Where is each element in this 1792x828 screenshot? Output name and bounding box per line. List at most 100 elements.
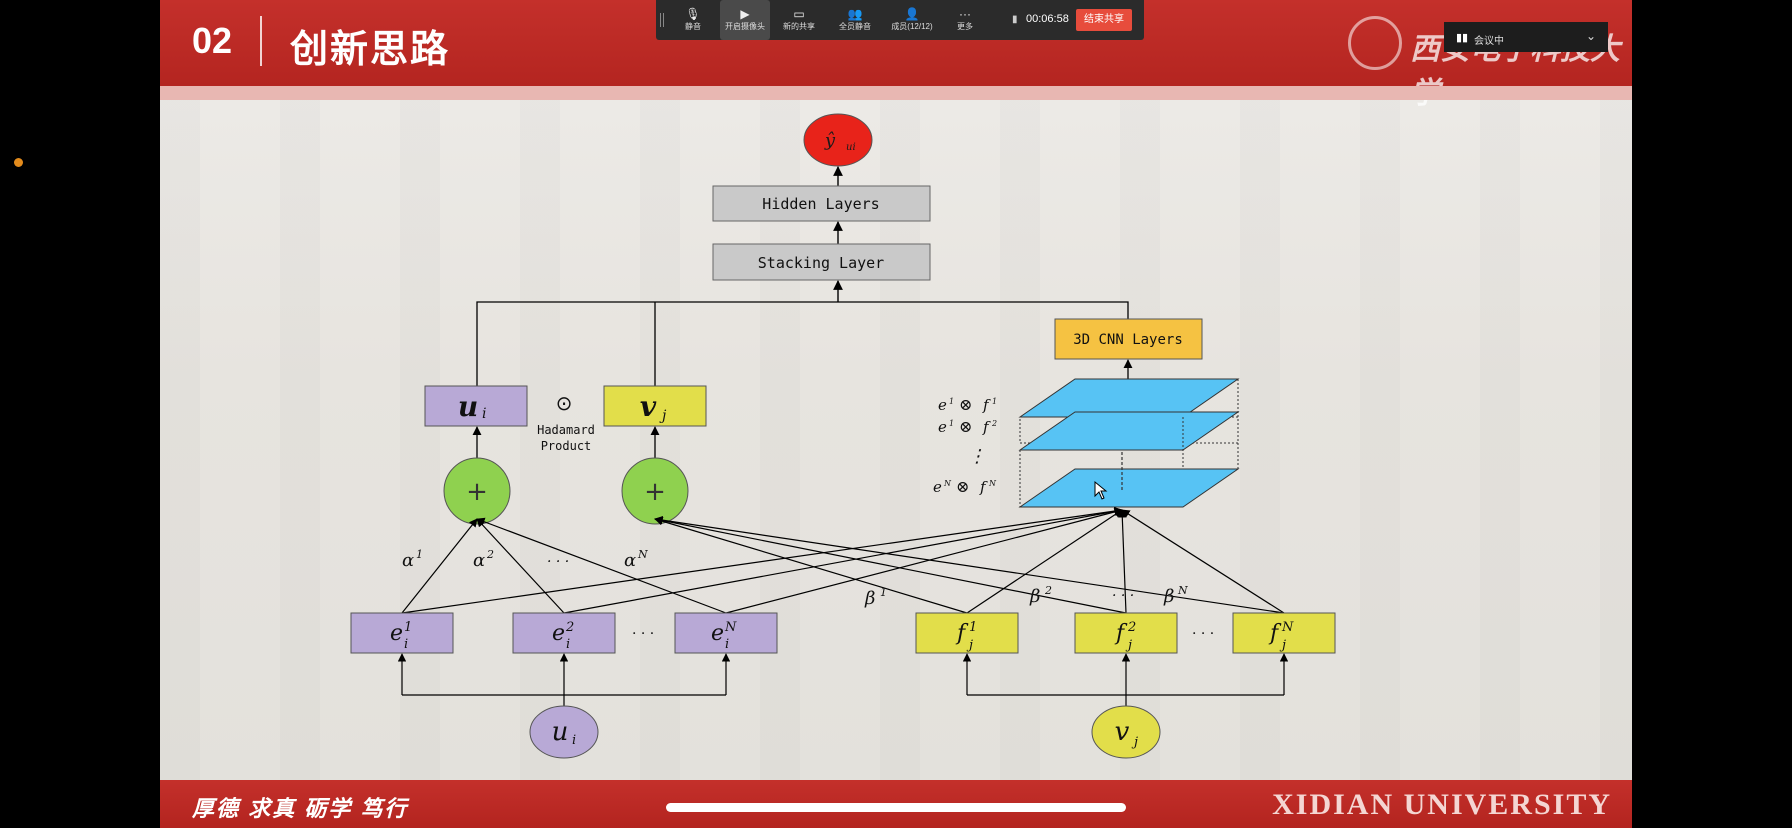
beta-1-sup: 1 <box>880 586 887 599</box>
beta-1-label: β <box>864 588 875 609</box>
alpha-N-sup: N <box>637 548 648 561</box>
camera-icon: ▶ <box>740 7 750 21</box>
university-name: XIDIAN UNIVERSITY <box>1272 788 1612 821</box>
item-input-label: v <box>1115 717 1130 747</box>
svg-text:N: N <box>1281 620 1294 635</box>
mute-all-icon: 👥 <box>847 7 863 21</box>
user-sum-plus: + <box>466 477 488 507</box>
meeting-status-label: 会议中 <box>1474 36 1504 47</box>
svg-text:i: i <box>404 637 408 652</box>
members-label: 成员(12/12) <box>891 22 933 31</box>
svg-text:N: N <box>943 479 952 488</box>
chevron-down-icon: ⌄ <box>1585 29 1596 43</box>
microphone-icon: 🎙 <box>685 7 701 21</box>
header-divider <box>260 16 262 66</box>
alpha-2-sup: 2 <box>486 548 494 561</box>
more-icon: ··· <box>959 7 971 21</box>
svg-text:1: 1 <box>992 397 997 406</box>
camera-label: 开启摄像头 <box>725 22 765 31</box>
svg-text:f: f <box>982 396 991 414</box>
svg-text:e: e <box>711 621 724 646</box>
interaction-cube-icon <box>1018 378 1240 508</box>
end-share-button[interactable]: 结束共享 <box>1076 9 1132 31</box>
meeting-status-dropdown[interactable]: ▮▮ 会议中 ⌄ <box>1444 22 1608 52</box>
kronecker-labels: e 1 ⊗ f 1 e 1 ⊗ f 2 ⋮ e N ⊗ f N <box>933 395 997 496</box>
item-embedding-row: f 1 j f 2 j f N j · · · <box>915 612 1336 654</box>
svg-text:1: 1 <box>969 620 977 635</box>
user-embedding-row: e 1 i e 2 i e N i · · · <box>350 612 778 654</box>
camera-button[interactable]: ▶ 开启摄像头 <box>720 0 770 40</box>
hadamard-line1: Hadamard <box>537 423 595 437</box>
model-architecture-diagram: ŷ ui Hidden Layers Stacking Layer u i v … <box>350 113 1336 759</box>
slide-title: 创新思路 <box>290 29 451 71</box>
svg-text:i: i <box>725 637 729 652</box>
toolbar-drag-handle[interactable] <box>660 13 666 27</box>
members-icon: 👤 <box>904 7 920 21</box>
alpha-dots: · · · <box>547 554 569 570</box>
svg-text:f: f <box>982 418 991 436</box>
home-indicator-bar[interactable] <box>666 803 1126 812</box>
svg-text:e: e <box>552 621 565 646</box>
beta-N-label: β <box>1163 586 1174 607</box>
svg-text:f: f <box>979 478 988 496</box>
meeting-toolbar: 🎙 静音 ▶ 开启摄像头 ▭ 新的共享 👥 全员静音 👤 成员(12/12) ·… <box>656 0 1144 40</box>
mute-label: 静音 <box>685 22 701 31</box>
new-share-label: 新的共享 <box>783 22 815 31</box>
item-sum-plus: + <box>644 477 666 507</box>
meeting-timer: 00:06:58 <box>1026 13 1069 25</box>
e-row-dots: · · · <box>632 626 654 642</box>
header-accent-strip <box>160 86 1632 100</box>
svg-text:2: 2 <box>991 419 997 428</box>
svg-text:N: N <box>988 479 997 488</box>
mute-all-label: 全员静音 <box>839 22 871 31</box>
more-label: 更多 <box>957 22 973 31</box>
beta-2-label: β <box>1029 586 1040 607</box>
university-seal-icon <box>1348 16 1402 70</box>
beta-N-sup: N <box>1177 584 1188 597</box>
alpha-1-label: α <box>402 550 414 571</box>
f-box-2 <box>1074 612 1178 654</box>
f-row-dots: · · · <box>1192 626 1214 642</box>
beta-dots: · · · <box>1112 588 1134 604</box>
svg-text:N: N <box>724 620 737 635</box>
stacking-layer-label: Stacking Layer <box>758 254 884 272</box>
svg-text:⊗: ⊗ <box>959 417 972 436</box>
signal-icon: ▮ <box>1012 14 1018 25</box>
prediction-subscript: ui <box>846 142 856 153</box>
new-share-button[interactable]: ▭ 新的共享 <box>776 0 822 40</box>
svg-text:1: 1 <box>404 620 412 635</box>
user-vector-label: u <box>458 390 478 423</box>
f-box-1 <box>915 612 1019 654</box>
user-input-label: u <box>552 717 569 747</box>
mute-all-button[interactable]: 👥 全员静音 <box>832 0 878 40</box>
more-button[interactable]: ··· 更多 <box>942 0 988 40</box>
members-button[interactable]: 👤 成员(12/12) <box>886 0 938 40</box>
item-vector-label: v <box>640 390 657 423</box>
alpha-N-label: α <box>624 550 636 571</box>
svg-text:⋮: ⋮ <box>968 446 986 467</box>
user-input-sub: i <box>572 733 576 748</box>
svg-text:e: e <box>390 621 403 646</box>
svg-text:i: i <box>566 637 570 652</box>
svg-text:⊗: ⊗ <box>956 477 969 496</box>
svg-text:e: e <box>933 478 942 496</box>
hadamard-line2: Product <box>541 439 592 453</box>
alpha-2-label: α <box>473 550 485 571</box>
cnn-layers-label: 3D CNN Layers <box>1073 332 1183 348</box>
beta-2-sup: 2 <box>1044 584 1052 597</box>
svg-text:2: 2 <box>565 620 574 635</box>
mute-button[interactable]: 🎙 静音 <box>670 0 716 40</box>
slide-number: 02 <box>192 20 233 61</box>
signal-bars-icon: ▮▮ <box>1456 32 1469 44</box>
laser-pointer-dot <box>14 158 23 167</box>
prediction-label: ŷ <box>824 130 836 151</box>
screen-share-icon: ▭ <box>793 7 805 21</box>
svg-text:e: e <box>938 396 947 414</box>
svg-text:2: 2 <box>1127 620 1136 635</box>
alpha-1-sup: 1 <box>416 548 423 561</box>
user-vector-sub: i <box>482 406 486 422</box>
svg-text:1: 1 <box>949 397 954 406</box>
university-motto: 厚德 求真 砺学 笃行 <box>192 796 409 821</box>
svg-text:1: 1 <box>949 419 954 428</box>
svg-text:⊗: ⊗ <box>959 395 972 414</box>
